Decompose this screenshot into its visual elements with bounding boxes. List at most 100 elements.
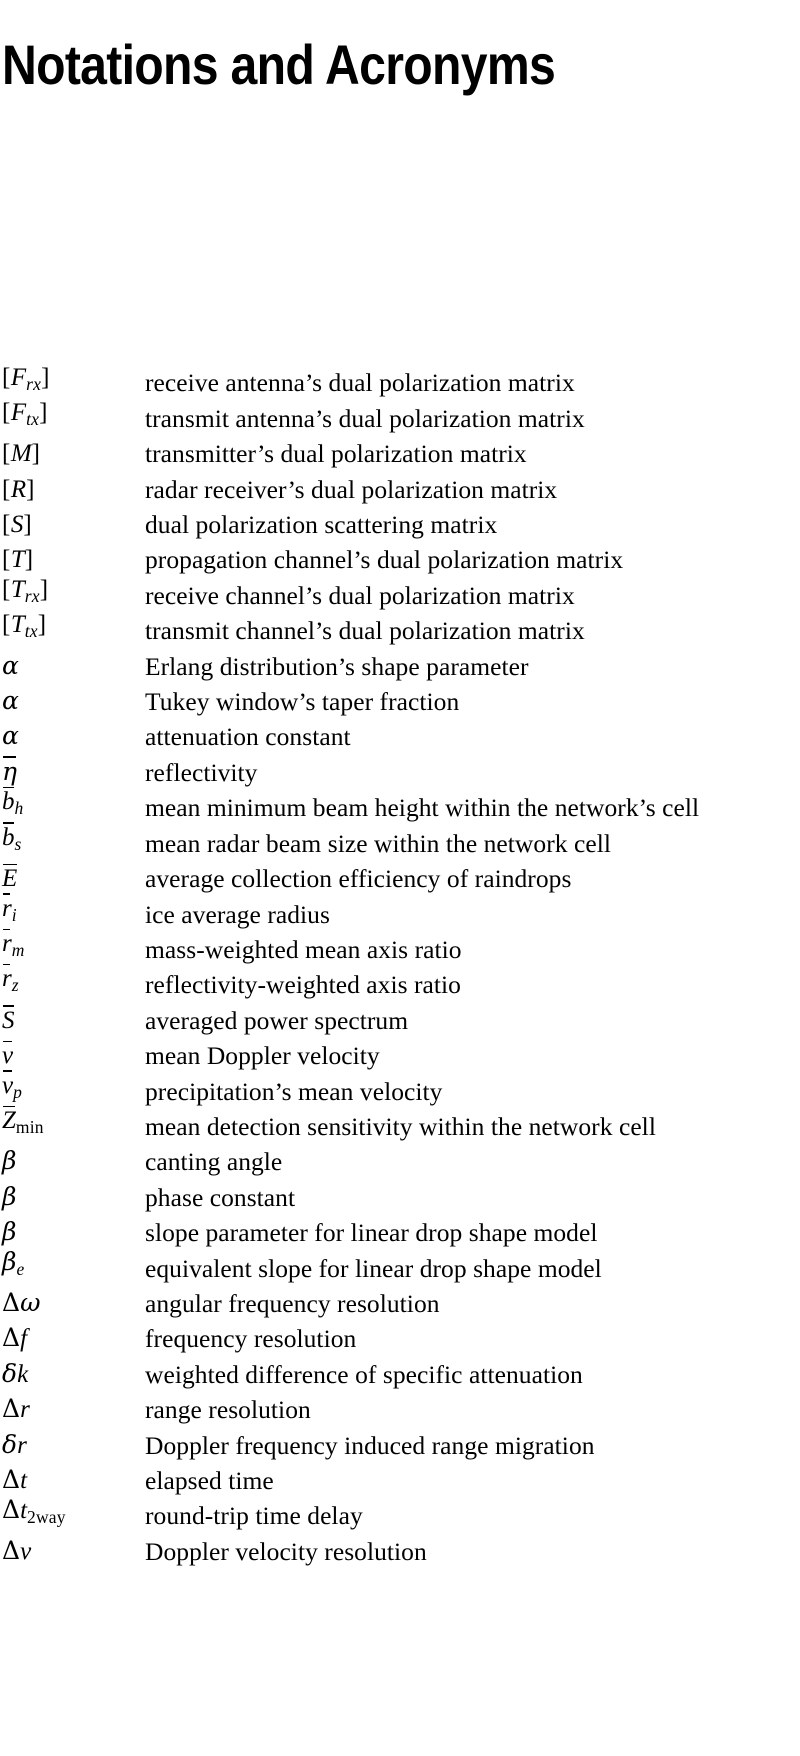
notation-description: ice average radius: [145, 899, 330, 929]
notation-symbol: rm: [2, 928, 25, 960]
glossary-row: Eaverage collection efficiency of raindr…: [0, 858, 800, 893]
notation-description: averaged power spectrum: [145, 1005, 409, 1035]
notation-symbol: [Frx]: [2, 363, 50, 394]
notation-description: Tukey window’s taper fraction: [145, 687, 460, 717]
notation-description: reflectivity: [145, 757, 258, 787]
notation-description: transmit channel’s dual polarization mat…: [145, 616, 585, 646]
notation-symbol: α: [2, 721, 19, 751]
notation-symbol: E: [2, 863, 18, 893]
notation-symbol: β: [2, 1181, 17, 1211]
notation-description: phase constant: [145, 1182, 296, 1212]
glossary-row: Saveraged power spectrum: [0, 999, 800, 1034]
notation-description: mass-weighted mean axis ratio: [145, 934, 462, 964]
notation-symbol: [S]: [2, 511, 33, 539]
page-title: Notations and Acronyms: [2, 32, 556, 96]
glossary-row: β slope parameter for linear drop shape m…: [0, 1212, 800, 1247]
glossary-row: [Ttx] transmit channel’s dual polarizatio…: [0, 610, 800, 645]
notation-description: Erlang distribution’s shape parameter: [145, 651, 529, 681]
notation-symbol: β: [2, 1146, 17, 1176]
notation-symbol: η: [2, 756, 17, 786]
notation-symbol: S: [2, 1005, 15, 1034]
notation-description: receive antenna’s dual polarization matr…: [145, 368, 575, 398]
notation-symbol: Δt: [2, 1465, 28, 1495]
notation-symbol: δk: [2, 1358, 29, 1388]
notation-description: angular frequency resolution: [145, 1288, 440, 1318]
glossary-row: β phase constant: [0, 1176, 800, 1211]
glossary-row: [R] radar receiver’s dual polarization ma…: [0, 468, 800, 503]
glossary-row: bh mean minimum beam height within the ne…: [0, 786, 800, 823]
notation-symbol: Δr: [2, 1394, 30, 1424]
notation-symbol: δr: [2, 1429, 27, 1459]
notation-description: Doppler velocity resolution: [145, 1536, 427, 1566]
notation-symbol: [R]: [2, 475, 35, 503]
glossary-row: v mean Doppler velocity: [0, 1035, 800, 1070]
notation-symbol: vp: [2, 1070, 23, 1102]
notation-description: dual polarization scattering matrix: [145, 510, 498, 540]
notation-description: slope parameter for linear drop shape mo…: [145, 1218, 598, 1248]
glossary-row: α Erlang distribution’s shape parameter: [0, 645, 800, 680]
glossary-row: Δω angular frequency resolution: [0, 1283, 800, 1318]
notation-description: propagation channel’s dual polarization …: [145, 545, 624, 575]
notation-symbol: bs: [2, 822, 22, 854]
notation-description: mean detection sensitivity within the ne…: [145, 1111, 656, 1141]
notation-description: elapsed time: [145, 1466, 274, 1495]
notation-symbol: Δf: [2, 1323, 28, 1353]
glossary-row: δr Doppler frequency induced range migrat…: [0, 1424, 800, 1459]
glossary-row: α Tukey window’s taper fraction: [0, 681, 800, 716]
glossary-row: Δr range resolution: [0, 1389, 800, 1424]
notation-symbol: Δω: [2, 1287, 41, 1317]
glossary-row: Δf frequency resolution: [0, 1318, 800, 1353]
notation-symbol: Δt2way: [2, 1494, 66, 1527]
glossary-row: [M] transmitter’s dual polarization matri…: [0, 433, 800, 468]
notation-symbol: [T]: [2, 546, 34, 574]
notation-symbol: v: [2, 1040, 14, 1070]
notation-symbol: α: [2, 650, 19, 680]
notation-symbol: bh: [2, 786, 24, 819]
glossary-row: rz reflectivity-weighted axis ratio: [0, 963, 800, 1000]
notation-description: transmitter’s dual polarization matrix: [145, 439, 527, 469]
notation-symbol: [Ttx]: [2, 611, 47, 642]
notation-description: range resolution: [145, 1395, 311, 1425]
glossary-row: η reflectivity: [0, 751, 800, 786]
notation-symbol: [Ftx]: [2, 398, 48, 429]
notation-symbol: Δv: [2, 1535, 32, 1565]
notation-description: mean minimum beam height within the netw…: [145, 793, 700, 823]
glossary-row: Δt elapsed time: [0, 1460, 800, 1495]
glossary-row: Δv Doppler velocity resolution: [0, 1530, 800, 1565]
notation-description: canting angle: [145, 1147, 283, 1177]
notation-symbol: ri: [2, 893, 17, 925]
notation-symbol: rz: [2, 963, 19, 996]
notation-description: attenuation constant: [145, 722, 351, 752]
notation-description: precipitation’s mean velocity: [145, 1076, 443, 1106]
glossary-row: vp precipitation’s mean velocity: [0, 1070, 800, 1105]
glossary-row: [Frx] receive antenna’s dual polarization…: [0, 362, 800, 397]
notation-symbol: Zmin: [2, 1105, 44, 1137]
glossary-row: β canting angle: [0, 1141, 800, 1176]
notation-glossary-list: [Frx] receive antenna’s dual polarization…: [0, 362, 800, 1566]
glossary-row: Zmin mean detection sensitivity within th…: [0, 1105, 800, 1141]
glossary-row: δk weighted difference of specific attenu…: [0, 1353, 800, 1388]
glossary-row: rm mass-weighted mean axis ratio: [0, 928, 800, 964]
notation-symbol: β: [2, 1217, 17, 1247]
notation-description: frequency resolution: [145, 1324, 357, 1354]
notation-symbol: βe: [2, 1246, 25, 1279]
notation-description: mean radar beam size within the network …: [145, 828, 611, 858]
notation-description: weighted difference of specific attenuat…: [145, 1359, 583, 1389]
notation-description: transmit antenna’s dual polarization mat…: [145, 403, 585, 433]
notation-description: round-trip time delay: [145, 1501, 363, 1531]
notation-description: reflectivity-weighted axis ratio: [145, 970, 461, 1000]
notation-description: Doppler frequency induced range migratio…: [145, 1430, 595, 1460]
notation-symbol: [M]: [2, 440, 41, 468]
notation-symbol: α: [2, 686, 19, 716]
notation-symbol: [Trx]: [2, 575, 49, 606]
glossary-row: α attenuation constant: [0, 716, 800, 751]
glossary-row: [S] dual polarization scattering matrix: [0, 504, 800, 539]
notation-description: equivalent slope for linear drop shape m…: [145, 1253, 602, 1283]
notation-description: average collection efficiency of raindro…: [145, 864, 572, 894]
glossary-row: ri ice average radius: [0, 893, 800, 928]
notation-description: radar receiver’s dual polarization matri…: [145, 474, 558, 504]
glossary-row: βe equivalent slope for linear drop shape…: [0, 1247, 800, 1282]
glossary-row: [T] propagation channel’s dual polarizati…: [0, 539, 800, 574]
glossary-row: [Trx] receive channel’s dual polarization…: [0, 574, 800, 609]
glossary-row: Δt2way round-trip time delay: [0, 1495, 800, 1530]
